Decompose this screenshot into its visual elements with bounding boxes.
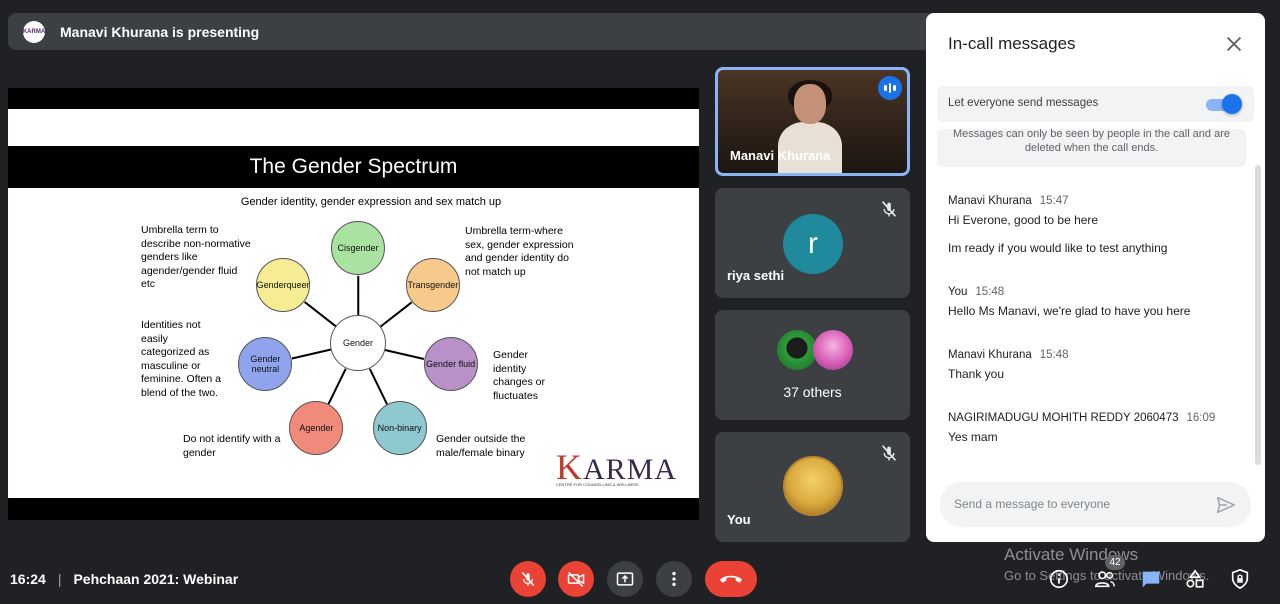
karma-tagline: CENTRE FOR COUNSELLING & WELLNESS bbox=[556, 482, 639, 487]
shield-lock-icon bbox=[1231, 568, 1249, 590]
message-sender: You bbox=[948, 286, 968, 298]
others-tile[interactable]: 37 others bbox=[715, 310, 910, 420]
avatar bbox=[813, 330, 853, 370]
presenting-label: Manavi Khurana is presenting bbox=[60, 23, 260, 40]
meeting-details[interactable]: 16:24 | Pehchaan 2021: Webinar bbox=[10, 571, 238, 587]
message-sender: NAGIRIMADUGU MOHITH REDDY 2060473 bbox=[948, 412, 1179, 424]
self-tile[interactable]: You bbox=[715, 432, 910, 542]
present-screen-icon bbox=[616, 572, 634, 586]
message-time: 15:48 bbox=[1039, 349, 1069, 361]
chat-title: In-call messages bbox=[948, 34, 1076, 53]
diagram-connector bbox=[357, 275, 359, 316]
more-options-button[interactable] bbox=[656, 561, 692, 597]
message-text: Im ready if you would like to test anyth… bbox=[948, 241, 1168, 255]
diagram-node-transgender: Transgender bbox=[405, 257, 460, 312]
diagram-node-non-binary: Non-binary bbox=[372, 401, 427, 456]
hang-up-icon bbox=[719, 575, 743, 583]
avatar: r bbox=[783, 214, 843, 274]
activities-icon bbox=[1186, 569, 1204, 588]
presenting-bar: KARMA Manavi Khurana is presenting bbox=[8, 13, 938, 50]
diagram-connector bbox=[369, 368, 389, 406]
let-everyone-send-row: Let everyone send messages bbox=[937, 86, 1254, 122]
slide-subtitle: Gender identity, gender expression and s… bbox=[240, 196, 502, 208]
meeting-info-button[interactable] bbox=[1047, 567, 1071, 591]
message-sender: Manavi Khurana bbox=[948, 349, 1032, 361]
mic-off-icon bbox=[881, 445, 897, 461]
message-text: Thank you bbox=[948, 367, 1005, 381]
slide-title: The Gender Spectrum bbox=[8, 146, 699, 188]
diagram-connector bbox=[291, 349, 331, 360]
message-text: Hello Ms Manavi, we're glad to have you … bbox=[948, 304, 1191, 318]
slide-text-do-not: Do not identify with a gender bbox=[183, 433, 281, 459]
diagram-node-genderqueer: Genderqueer bbox=[256, 257, 311, 312]
slide-body: Gender identity, gender expression and s… bbox=[8, 188, 699, 498]
diagram-center-node: Gender bbox=[330, 315, 386, 371]
slide-text-identities: Identities not easily categorized as mas… bbox=[141, 319, 221, 399]
toggle-label: Let everyone send messages bbox=[948, 97, 1099, 109]
current-time: 16:24 bbox=[10, 571, 46, 587]
slide-text-outside: Gender outside the male/female binary bbox=[436, 433, 526, 459]
presenter-logo: KARMA bbox=[23, 20, 45, 43]
toggle-switch[interactable] bbox=[1222, 94, 1242, 114]
activities-button[interactable] bbox=[1183, 567, 1207, 591]
present-button[interactable] bbox=[607, 561, 643, 597]
diagram-node-gender-neutral: Gender neutral bbox=[238, 337, 293, 392]
diagram-connector bbox=[327, 368, 347, 406]
participant-count-badge: 42 bbox=[1105, 555, 1125, 570]
camera-toggle-button[interactable] bbox=[558, 561, 594, 597]
participants-button[interactable] bbox=[1093, 567, 1117, 591]
avatar bbox=[783, 456, 843, 516]
presenter-tile[interactable]: Manavi Khurana bbox=[715, 67, 910, 176]
slide-text-umbrella-right: Umbrella term-where sex, gender expressi… bbox=[465, 225, 574, 278]
chat-input-box bbox=[940, 482, 1251, 527]
message-time: 16:09 bbox=[1186, 412, 1216, 424]
diagram-connector bbox=[303, 301, 337, 328]
avatar bbox=[777, 330, 817, 370]
meeting-name: Pehchaan 2021: Webinar bbox=[73, 571, 239, 587]
diagram-node-gender-fluid: Gender fluid bbox=[423, 337, 478, 392]
chat-button[interactable] bbox=[1139, 567, 1163, 591]
presenter-name: Manavi Khurana bbox=[730, 148, 831, 163]
mic-off-icon bbox=[521, 571, 535, 587]
participant-name: riya sethi bbox=[727, 268, 785, 283]
chat-message: Manavi Khurana 15:47 Hi Everone, good to … bbox=[948, 195, 1167, 255]
info-icon bbox=[1049, 569, 1069, 589]
self-name: You bbox=[727, 512, 751, 527]
diagram-node-cisgender: Cisgender bbox=[331, 221, 385, 275]
slide-text-fluid-desc: Gender identity changes or fluctuates bbox=[493, 349, 545, 402]
camera-off-icon bbox=[567, 571, 585, 588]
chat-scrollbar[interactable] bbox=[1255, 165, 1261, 465]
others-count: 37 others bbox=[783, 384, 842, 400]
message-text: Hi Everone, good to be here bbox=[948, 213, 1099, 227]
shared-screen: The Gender Spectrum Gender identity, gen… bbox=[8, 88, 699, 520]
message-text: Yes mam bbox=[948, 430, 998, 444]
close-icon[interactable] bbox=[1223, 33, 1245, 55]
leave-call-button[interactable] bbox=[705, 561, 757, 597]
chat-panel: In-call messages Let everyone send messa… bbox=[926, 13, 1265, 542]
speaking-indicator-icon bbox=[878, 76, 902, 100]
people-icon bbox=[1095, 571, 1115, 588]
chat-message: NAGIRIMADUGU MOHITH REDDY 2060473 16:09 Y… bbox=[948, 412, 1215, 444]
chat-notice: Messages can only be seen by people in t… bbox=[937, 129, 1246, 167]
slide-text-umbrella-left: Umbrella term to describe non-normative … bbox=[141, 224, 251, 290]
message-sender: Manavi Khurana bbox=[948, 195, 1032, 207]
mic-toggle-button[interactable] bbox=[510, 561, 546, 597]
chat-input[interactable] bbox=[954, 494, 1204, 514]
separator: | bbox=[57, 571, 62, 587]
message-time: 15:48 bbox=[975, 286, 1005, 298]
chat-message: You 15:48 Hello Ms Manavi, we're glad to … bbox=[948, 286, 1190, 318]
mic-off-icon bbox=[881, 201, 897, 217]
send-icon[interactable] bbox=[1215, 494, 1237, 516]
diagram-connector bbox=[379, 301, 413, 328]
participant-tile-riya[interactable]: r riya sethi bbox=[715, 188, 910, 298]
diagram-node-agender: Agender bbox=[289, 401, 344, 456]
chat-message: Manavi Khurana 15:48 Thank you bbox=[948, 349, 1069, 381]
more-vert-icon bbox=[672, 571, 676, 587]
message-time: 15:47 bbox=[1039, 195, 1069, 207]
diagram-connector bbox=[385, 349, 425, 360]
chat-icon bbox=[1142, 571, 1160, 588]
host-controls-button[interactable] bbox=[1228, 567, 1252, 591]
slide-top-strip bbox=[8, 109, 699, 146]
